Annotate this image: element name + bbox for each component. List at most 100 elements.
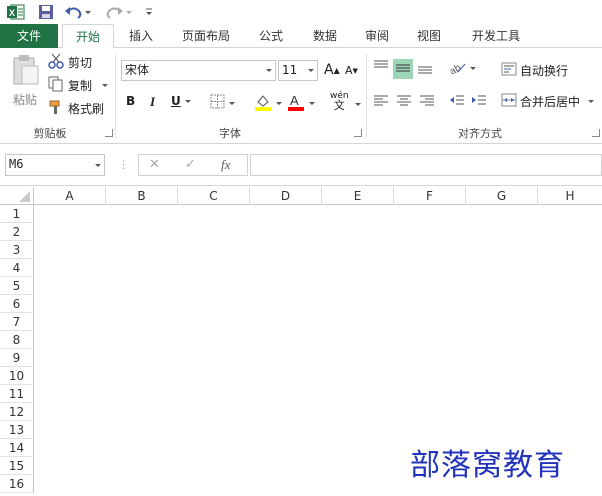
font-name-dropdown-icon[interactable] [266, 69, 272, 72]
row-header[interactable]: 6 [0, 295, 34, 313]
font-size-dropdown-icon[interactable] [308, 69, 314, 72]
tab-file[interactable]: 文件 [0, 24, 58, 48]
copy-icon [48, 76, 64, 95]
column-header[interactable]: D [250, 187, 322, 205]
tab-review[interactable]: 审阅 [354, 24, 400, 48]
fill-color-button[interactable] [254, 93, 282, 114]
formula-bar-grip[interactable]: ⋮ [118, 158, 129, 171]
alignment-launcher-icon[interactable] [592, 129, 600, 137]
align-right-button[interactable] [419, 94, 435, 111]
name-box[interactable]: M6 [5, 154, 105, 176]
align-left-button[interactable] [373, 94, 389, 111]
enter-icon[interactable]: ✓ [185, 157, 196, 172]
row-header[interactable]: 9 [0, 349, 34, 367]
select-all-button[interactable] [0, 187, 34, 205]
quick-access-toolbar: X [0, 0, 602, 24]
column-header[interactable]: C [178, 187, 250, 205]
column-header[interactable]: H [538, 187, 602, 205]
paste-button[interactable]: 粘贴 [8, 54, 42, 116]
font-name-combo[interactable]: 宋体 [121, 60, 276, 81]
row-header[interactable]: 5 [0, 277, 34, 295]
underline-button[interactable]: U [171, 94, 191, 108]
tab-view[interactable]: 视图 [406, 24, 452, 48]
font-launcher-icon[interactable] [354, 129, 362, 137]
customize-qat-icon[interactable] [142, 2, 156, 22]
row-header[interactable]: 1 [0, 205, 34, 223]
borders-button[interactable] [210, 94, 235, 112]
merge-center-label: 合并后居中 [520, 95, 581, 109]
alignment-group-label: 对齐方式 [458, 127, 502, 140]
column-header[interactable]: B [106, 187, 178, 205]
clipboard-launcher-icon[interactable] [105, 129, 113, 137]
merge-center-button[interactable]: 合并后居中 [501, 93, 595, 110]
increase-indent-icon [471, 94, 487, 111]
formula-buttons: ✕ ✓ fx [138, 154, 248, 176]
font-group-label: 字体 [219, 127, 241, 140]
row-header[interactable]: 16 [0, 475, 34, 493]
align-bottom-button[interactable] [417, 61, 433, 78]
row-header[interactable]: 4 [0, 259, 34, 277]
row-header[interactable]: 2 [0, 223, 34, 241]
insert-function-icon[interactable]: fx [221, 157, 230, 173]
fill-color-dropdown-icon[interactable] [276, 102, 282, 105]
row-header[interactable]: 13 [0, 421, 34, 439]
italic-button[interactable]: I [150, 94, 155, 110]
tab-formulas[interactable]: 公式 [248, 24, 294, 48]
save-icon[interactable] [36, 2, 56, 22]
cut-button[interactable]: 剪切 [48, 53, 92, 71]
phonetic-dropdown-icon[interactable] [355, 103, 361, 106]
font-color-button[interactable]: A [287, 93, 315, 114]
formula-input[interactable] [250, 154, 602, 176]
merge-dropdown-icon[interactable] [588, 100, 595, 103]
tab-data[interactable]: 数据 [302, 24, 348, 48]
column-header[interactable]: G [466, 187, 538, 205]
undo-icon[interactable] [64, 2, 92, 22]
align-middle-button[interactable] [393, 59, 413, 79]
borders-dropdown-icon[interactable] [229, 101, 235, 105]
row-header[interactable]: 14 [0, 439, 34, 457]
tab-insert[interactable]: 插入 [118, 24, 164, 48]
row-header[interactable]: 15 [0, 457, 34, 475]
increase-indent-button[interactable] [471, 94, 487, 111]
row-header[interactable]: 3 [0, 241, 34, 259]
name-box-dropdown-icon[interactable] [95, 164, 101, 167]
align-top-button[interactable] [373, 59, 389, 76]
row-header[interactable]: 10 [0, 367, 34, 385]
bold-button[interactable]: B [126, 94, 135, 108]
redo-icon[interactable] [106, 2, 134, 22]
font-size-combo[interactable]: 11 [278, 60, 318, 81]
underline-dropdown-icon[interactable] [184, 99, 191, 103]
grow-font-button[interactable]: A ▲ [324, 62, 340, 78]
copy-dropdown-icon[interactable] [102, 83, 109, 87]
row-header[interactable]: 7 [0, 313, 34, 331]
ribbon-tabs: 文件 开始 插入 页面布局 公式 数据 审阅 视图 开发工具 [0, 24, 602, 49]
column-header[interactable]: A [34, 187, 106, 205]
format-painter-button[interactable]: 格式刷 [48, 99, 104, 117]
align-middle-icon [395, 61, 411, 78]
wrap-text-button[interactable]: 自动换行 [501, 62, 568, 79]
tab-home[interactable]: 开始 [62, 24, 114, 49]
align-center-button[interactable] [396, 94, 412, 111]
row-header[interactable]: 11 [0, 385, 34, 403]
tab-developer[interactable]: 开发工具 [462, 24, 530, 48]
orientation-dropdown-icon[interactable] [470, 67, 476, 70]
tab-page-layout[interactable]: 页面布局 [172, 24, 240, 48]
cancel-icon[interactable]: ✕ [149, 157, 160, 172]
shrink-font-button[interactable]: A ▼ [345, 64, 358, 77]
column-header[interactable]: F [394, 187, 466, 205]
copy-button[interactable]: 复制 [48, 76, 109, 95]
watermark-text: 部落窝教育 [410, 448, 565, 483]
row-header[interactable]: 12 [0, 403, 34, 421]
phonetic-guide-button[interactable]: wén 文 [330, 92, 349, 112]
font-color-dropdown-icon[interactable] [309, 102, 315, 105]
row-header[interactable]: 8 [0, 331, 34, 349]
underline-icon: U [171, 94, 181, 108]
paste-label: 粘贴 [12, 93, 37, 107]
copy-label: 复制 [68, 78, 93, 93]
orientation-button[interactable]: ab [448, 60, 476, 78]
align-top-icon [373, 59, 389, 76]
column-header[interactable]: E [322, 187, 394, 205]
scissors-icon [48, 53, 64, 72]
formula-bar: M6 ⋮ ✕ ✓ fx [0, 144, 602, 186]
decrease-indent-button[interactable] [449, 94, 465, 111]
